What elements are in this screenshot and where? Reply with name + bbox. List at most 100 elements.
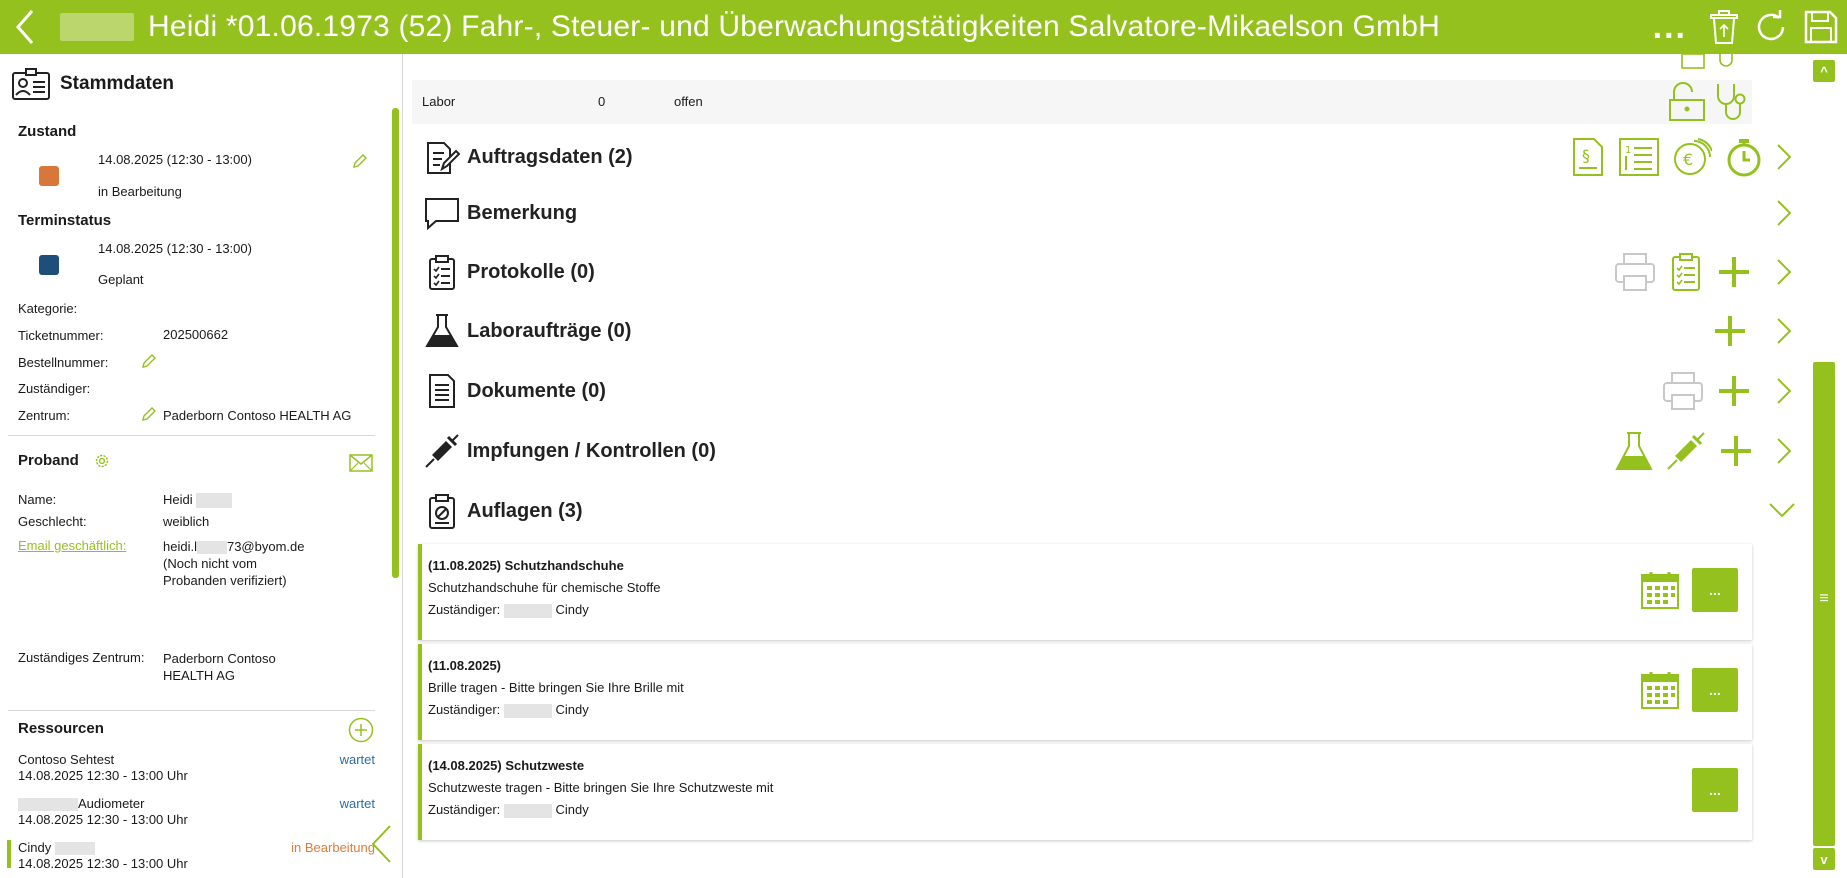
gear-icon xyxy=(95,454,109,468)
left-scrollbar[interactable] xyxy=(392,108,399,578)
calendar-icon[interactable] xyxy=(1640,670,1680,710)
scroll-up-button[interactable]: ^ xyxy=(1813,60,1835,82)
stammdaten-header: Stammdaten xyxy=(0,54,402,100)
labor-row-count: 0 xyxy=(598,94,606,109)
proband-name-value: Heidi xyxy=(163,492,233,509)
chevron-right-icon[interactable] xyxy=(1774,317,1794,345)
paragraph-document-icon[interactable]: § xyxy=(1570,137,1606,177)
section-auflagen[interactable]: Auflagen (3) xyxy=(404,483,1804,539)
main-scrollbar[interactable]: ^ ≡ v xyxy=(1808,56,1838,874)
auflage-responsible: Zuständiger: Cindy xyxy=(428,602,589,618)
zentrum-value: Paderborn Contoso HEALTH AG xyxy=(163,408,352,423)
resource-item[interactable]: Audiometer 14.08.2025 12:30 - 13:00 Uhr … xyxy=(0,788,380,828)
auflage-more-button[interactable]: ... xyxy=(1692,768,1738,812)
chevron-right-icon[interactable] xyxy=(1774,143,1794,171)
auflage-responsible: Zuständiger: Cindy xyxy=(428,702,589,718)
left-panel: Stammdaten Zustand 14.08.2025 (12:30 - 1… xyxy=(0,54,403,878)
ressourcen-title: Ressourcen xyxy=(18,720,104,737)
resource-item[interactable]: Contoso Sehtest 14.08.2025 12:30 - 13:00… xyxy=(0,744,380,784)
printer-icon[interactable] xyxy=(1662,371,1704,411)
numbered-list-icon[interactable]: 1 xyxy=(1618,137,1660,177)
auflage-card[interactable]: (11.08.2025) Schutzhandschuhe Schutzhand… xyxy=(418,544,1752,640)
zustand-status: in Bearbeitung xyxy=(98,184,182,199)
pencil-icon xyxy=(142,354,156,368)
back-button[interactable] xyxy=(0,0,50,54)
proband-settings-button[interactable] xyxy=(94,453,110,474)
chevron-down-icon[interactable] xyxy=(1768,501,1796,519)
plus-icon[interactable] xyxy=(1716,371,1752,411)
labor-row-status: offen xyxy=(674,94,703,109)
svg-text:1: 1 xyxy=(1625,145,1631,156)
terminstatus-color-square xyxy=(39,255,59,275)
labor-row[interactable]: Labor 0 offen xyxy=(412,80,1752,124)
auflage-more-button[interactable]: ... xyxy=(1692,568,1738,612)
chevron-right-icon[interactable] xyxy=(1774,377,1794,405)
auflage-card[interactable]: (11.08.2025) Brille tragen - Bitte bring… xyxy=(418,644,1752,740)
send-email-button[interactable] xyxy=(349,454,373,477)
save-icon xyxy=(1804,10,1838,44)
auflage-card[interactable]: (14.08.2025) Schutzweste Schutzweste tra… xyxy=(418,744,1752,840)
chevron-left-icon xyxy=(371,825,391,863)
auflage-more-button[interactable]: ... xyxy=(1692,668,1738,712)
chevron-right-icon[interactable] xyxy=(1774,258,1794,286)
section-bemerkung[interactable]: Bemerkung xyxy=(404,185,1804,241)
clipboard-checklist-icon[interactable] xyxy=(1668,252,1704,292)
proband-name-label: Name: xyxy=(18,492,57,507)
plus-icon[interactable] xyxy=(1716,252,1752,292)
edit-zustand-button[interactable] xyxy=(352,153,368,174)
scroll-down-button[interactable]: v xyxy=(1813,848,1835,870)
document-edit-icon xyxy=(427,142,460,174)
resource-item-active[interactable]: Cindy 14.08.2025 12:30 - 13:00 Uhr in Be… xyxy=(0,832,380,872)
scroll-thumb[interactable]: ≡ xyxy=(1813,362,1835,846)
plus-icon[interactable] xyxy=(1712,311,1748,351)
resource-name: Audiometer xyxy=(18,796,144,812)
section-protokolle[interactable]: Protokolle (0) xyxy=(404,244,1804,300)
delete-button[interactable] xyxy=(1709,9,1739,45)
chevron-right-icon[interactable] xyxy=(1774,199,1794,227)
scroll-grip: ≡ xyxy=(1819,590,1829,607)
stethoscope-icon[interactable] xyxy=(1712,82,1748,122)
main-content: Labor 0 offen Auftragsdaten (2) § 1 € Be… xyxy=(404,54,1804,878)
section-title: Protokolle (0) xyxy=(467,261,595,283)
resource-status: wartet xyxy=(339,796,375,811)
auflage-responsible: Zuständiger: Cindy xyxy=(428,802,589,818)
document-icon xyxy=(429,374,455,408)
terminstatus-date: 14.08.2025 (12:30 - 13:00) xyxy=(98,241,252,256)
section-title: Impfungen / Kontrollen (0) xyxy=(467,440,716,462)
calendar-icon[interactable] xyxy=(1640,570,1680,610)
euro-coins-icon[interactable]: € xyxy=(1672,137,1712,177)
section-title: Auftragsdaten (2) xyxy=(467,146,633,168)
back-arrow-icon xyxy=(16,10,34,44)
refresh-button[interactable] xyxy=(1753,9,1789,45)
chevron-right-icon[interactable] xyxy=(1774,437,1794,465)
edit-bestellnummer-button[interactable] xyxy=(141,353,157,374)
resource-time: 14.08.2025 12:30 - 13:00 Uhr xyxy=(18,812,188,827)
pencil-icon xyxy=(353,154,367,168)
collapse-panel-button[interactable] xyxy=(370,824,392,869)
terminstatus-status: Geplant xyxy=(98,272,144,287)
section-auftragsdaten[interactable]: Auftragsdaten (2) § 1 € xyxy=(404,129,1804,185)
unlock-icon[interactable] xyxy=(1666,82,1706,122)
flask-icon xyxy=(425,314,459,347)
edit-zentrum-button[interactable] xyxy=(141,406,157,427)
recycle-bin-icon xyxy=(1710,10,1738,44)
resource-name: Contoso Sehtest xyxy=(18,752,115,767)
printer-icon[interactable] xyxy=(1614,252,1656,292)
bestellnummer-label: Bestellnummer: xyxy=(18,355,109,370)
section-dokumente[interactable]: Dokumente (0) xyxy=(404,363,1804,419)
save-button[interactable] xyxy=(1803,9,1839,45)
page-title: Heidi *01.06.1973 (52) Fahr-, Steuer- un… xyxy=(148,10,1440,43)
zustand-date: 14.08.2025 (12:30 - 13:00) xyxy=(98,152,252,167)
section-impfungen[interactable]: Impfungen / Kontrollen (0) xyxy=(404,423,1804,479)
email-label-link[interactable]: Email geschäftlich: xyxy=(18,538,126,553)
plus-icon[interactable] xyxy=(1718,431,1754,471)
flask-icon[interactable] xyxy=(1614,431,1654,471)
section-laborauftraege[interactable]: Laboraufträge (0) xyxy=(404,303,1804,359)
auflage-title: (14.08.2025) Schutzweste xyxy=(428,758,585,773)
more-button[interactable]: ... xyxy=(1653,0,1687,54)
auflage-description: Schutzhandschuhe für chemische Stoffe xyxy=(428,580,661,595)
stopwatch-icon[interactable] xyxy=(1724,137,1764,177)
syringe-icon[interactable] xyxy=(1666,431,1706,471)
section-title: Dokumente (0) xyxy=(467,380,606,402)
labor-row-label: Labor xyxy=(422,94,456,109)
